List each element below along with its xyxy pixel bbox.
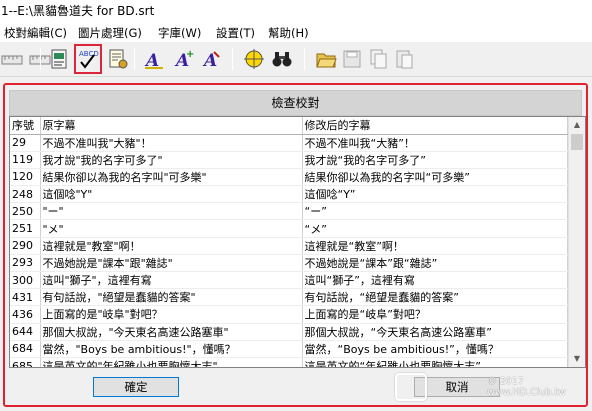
svg-text:ABCD: ABCD bbox=[79, 50, 99, 58]
table-header-row: 序號 原字幕 修改后的字幕 bbox=[10, 117, 568, 135]
cell-modified: 不過她說是“課本”跟“雜誌” bbox=[302, 254, 568, 273]
cell-original: 上面寫的是"岐阜"對吧？ bbox=[40, 305, 303, 324]
cell-modified: 上面寫的是“岐阜”對吧？ bbox=[302, 305, 568, 324]
ok-button[interactable]: 確定 bbox=[93, 377, 179, 397]
cell-index: 119 bbox=[10, 151, 41, 169]
dialog-title: 檢查校對 bbox=[9, 90, 582, 116]
cell-modified: 那個大叔說，“今天東名高速公路塞車” bbox=[302, 323, 568, 341]
cell-modified: 我才說“我的名字可多了” bbox=[302, 151, 568, 169]
table-row[interactable]: 248 這個唸"Y" 這個唸“Y” bbox=[10, 185, 568, 204]
cell-index: 685 bbox=[10, 357, 41, 367]
copy-icon[interactable] bbox=[366, 45, 390, 73]
cell-modified: 當然，“Boys be ambitious!”，懂嗎？ bbox=[302, 340, 568, 358]
window-title: 1--E:\黑貓魯道夫 for BD.srt bbox=[0, 0, 592, 22]
cell-original: 這叫"獅子"，這裡有寫 bbox=[40, 271, 303, 290]
cell-index: 644 bbox=[10, 323, 41, 341]
cell-index: 684 bbox=[10, 340, 41, 358]
cell-original: "メ" bbox=[40, 219, 303, 238]
ruler-icon[interactable] bbox=[0, 45, 24, 73]
table-row[interactable]: 29 不過不准叫我"大豬"！ 不過不准叫我“大豬”！ bbox=[10, 134, 568, 152]
scrollbar-thumb[interactable] bbox=[571, 134, 583, 150]
watermark: © 2017 www.HD.Club.tw bbox=[395, 368, 585, 406]
image-edit-icon[interactable] bbox=[48, 45, 72, 73]
cell-original: 這個唸"Y" bbox=[40, 185, 303, 204]
cell-modified: “メ” bbox=[302, 219, 568, 238]
scroll-down-icon[interactable]: ▼ bbox=[569, 351, 585, 367]
menu-help[interactable]: 幫助(H) bbox=[268, 25, 309, 41]
table-row[interactable]: 120 結果你卻以為我的名字叫"可多樂" 結果你卻以為我的名字叫“可多樂” bbox=[10, 168, 568, 187]
column-header-index[interactable]: 序號 bbox=[10, 117, 41, 135]
menu-font-library[interactable]: 字庫(W) bbox=[158, 25, 201, 41]
cell-original: 有句話說，"絕望是蠢貓的答案" bbox=[40, 288, 303, 307]
binoculars-icon[interactable] bbox=[270, 45, 294, 73]
cell-modified: 不過不准叫我“大豬”！ bbox=[302, 134, 568, 152]
cell-original: 我才說"我的名字可多了" bbox=[40, 151, 303, 169]
cell-original: 這是英文的"年紀雖小也要胸懷大志" bbox=[40, 357, 303, 367]
cell-modified: 這裡就是“教室”啊！ bbox=[302, 237, 568, 255]
abcd-check-icon[interactable]: ABCD bbox=[74, 44, 102, 74]
menu-image-processing[interactable]: 圖片處理(G) bbox=[78, 25, 142, 41]
target-icon[interactable] bbox=[242, 45, 266, 73]
table-row[interactable]: 293 不過她說是"課本"跟"雜誌" 不過她說是“課本”跟“雜誌” bbox=[10, 254, 568, 273]
cell-modified: “ー” bbox=[302, 202, 568, 221]
toolbar: ABCD A A + A bbox=[0, 42, 592, 77]
cell-index: 248 bbox=[10, 185, 41, 204]
font-a-icon[interactable]: A bbox=[142, 45, 166, 73]
cell-original: 結果你卻以為我的名字叫"可多樂" bbox=[40, 168, 303, 187]
cell-original: 不過不准叫我"大豬"！ bbox=[40, 134, 303, 152]
paste-icon[interactable] bbox=[392, 45, 416, 73]
cell-index: 290 bbox=[10, 237, 41, 255]
table-row[interactable]: 251 "メ" “メ” bbox=[10, 219, 568, 238]
table-row[interactable]: 119 我才說"我的名字可多了" 我才說“我的名字可多了” bbox=[10, 151, 568, 169]
svg-text:+: + bbox=[186, 49, 194, 60]
cell-original: 不過她說是"課本"跟"雜誌" bbox=[40, 254, 303, 273]
watermark-text: © 2017 www.HD.Club.tw bbox=[487, 376, 566, 398]
document-settings-icon[interactable] bbox=[106, 45, 130, 73]
table-row[interactable]: 684 當然，"Boys be ambitious!"，懂嗎？ 當然，“Boys b… bbox=[10, 340, 568, 358]
cell-modified: 結果你卻以為我的名字叫“可多樂” bbox=[302, 168, 568, 187]
cell-modified: 這叫“獅子”，這裡有寫 bbox=[302, 271, 568, 290]
cell-original: 那個大叔說，"今天東名高速公路塞車" bbox=[40, 323, 303, 341]
cell-original: 這裡就是"教室"啊！ bbox=[40, 237, 303, 255]
cell-index: 300 bbox=[10, 271, 41, 290]
cell-original: 當然，"Boys be ambitious!"，懂嗎？ bbox=[40, 340, 303, 358]
hd-club-logo bbox=[395, 373, 428, 401]
menu-settings[interactable]: 設置(T) bbox=[216, 25, 255, 41]
table-row[interactable]: 250 "ー" “ー” bbox=[10, 202, 568, 221]
check-proofread-dialog: 檢查校對 序號 原字幕 修改后的字幕 29 不過不准叫我"大豬"！ 不過不准叫我“大… bbox=[3, 83, 588, 407]
vertical-scrollbar[interactable]: ▲ ▼ bbox=[568, 117, 585, 367]
table-row[interactable]: 290 這裡就是"教室"啊！ 這裡就是“教室”啊！ bbox=[10, 237, 568, 255]
cell-modified: 這個唸“Y” bbox=[302, 185, 568, 204]
subtitle-compare-table[interactable]: 序號 原字幕 修改后的字幕 29 不過不准叫我"大豬"！ 不過不准叫我“大豬”！ 11… bbox=[9, 116, 586, 368]
cell-index: 29 bbox=[10, 134, 41, 152]
table-row[interactable]: 431 有句話說，"絕望是蠢貓的答案" 有句話說，“絕望是蠢貓的答案” bbox=[10, 288, 568, 307]
cell-index: 431 bbox=[10, 288, 41, 307]
open-folder-icon[interactable] bbox=[314, 45, 338, 73]
cell-modified: 這是英文的“年紀雖小也要胸懷大志” bbox=[302, 357, 568, 367]
font-a-edit-icon[interactable]: A bbox=[200, 45, 224, 73]
column-header-modified[interactable]: 修改后的字幕 bbox=[302, 117, 568, 135]
cell-index: 293 bbox=[10, 254, 41, 273]
cell-index: 436 bbox=[10, 305, 41, 324]
cell-index: 250 bbox=[10, 202, 41, 221]
menu-bar: 校對編輯(C) 圖片處理(G) 字庫(W) 設置(T) 幫助(H) bbox=[0, 22, 592, 42]
font-a-plus-icon[interactable]: A + bbox=[172, 45, 196, 73]
scroll-up-icon[interactable]: ▲ bbox=[569, 117, 585, 133]
table-row[interactable]: 644 那個大叔說，"今天東名高速公路塞車" 那個大叔說，“今天東名高速公路塞車” bbox=[10, 323, 568, 341]
table-row[interactable]: 685 這是英文的"年紀雖小也要胸懷大志" 這是英文的“年紀雖小也要胸懷大志” bbox=[10, 357, 568, 367]
table-row[interactable]: 436 上面寫的是"岐阜"對吧？ 上面寫的是“岐阜”對吧？ bbox=[10, 305, 568, 324]
save-icon[interactable] bbox=[340, 45, 364, 73]
column-header-original[interactable]: 原字幕 bbox=[40, 117, 303, 135]
table-row[interactable]: 300 這叫"獅子"，這裡有寫 這叫“獅子”，這裡有寫 bbox=[10, 271, 568, 290]
cell-modified: 有句話說，“絕望是蠢貓的答案” bbox=[302, 288, 568, 307]
cell-index: 120 bbox=[10, 168, 41, 187]
menu-proofread-edit[interactable]: 校對編輯(C) bbox=[4, 25, 67, 41]
cell-original: "ー" bbox=[40, 202, 303, 221]
cell-index: 251 bbox=[10, 219, 41, 238]
